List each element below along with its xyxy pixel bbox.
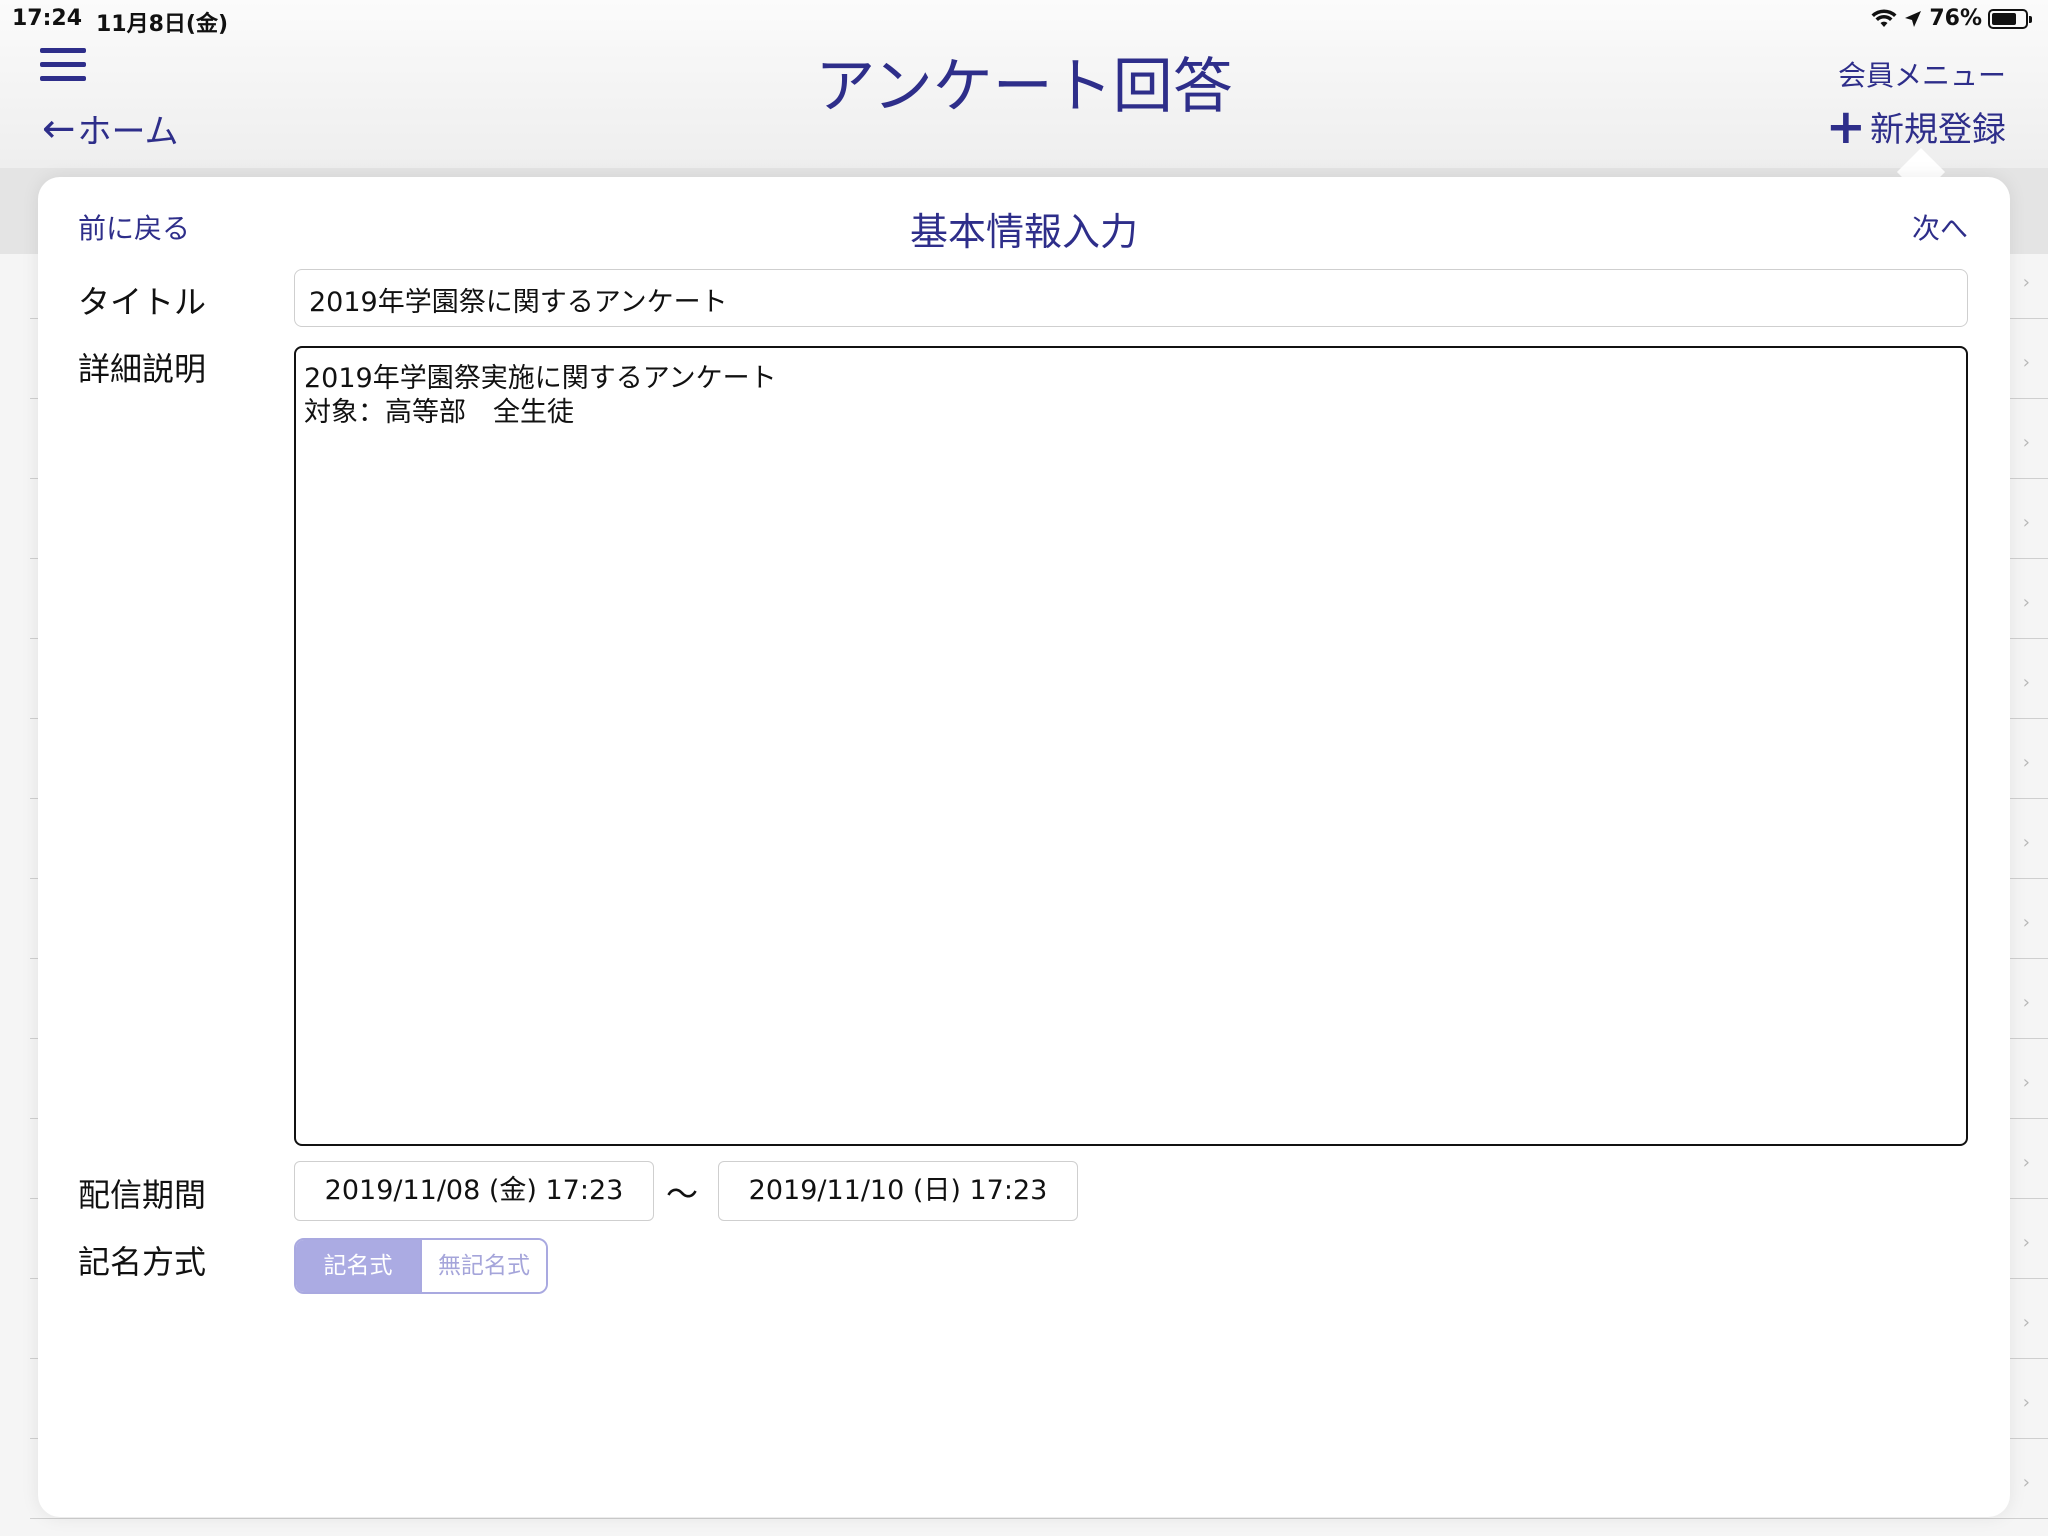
segment-anonymous[interactable]: 無記名式 xyxy=(420,1240,546,1292)
popover-title: 基本情報入力 xyxy=(909,210,1138,254)
period-label: 配信期間 xyxy=(78,1176,207,1214)
chevron-right-icon: › xyxy=(2022,1072,2030,1093)
chevron-right-icon: › xyxy=(2022,1472,2030,1493)
period-separator: 〜 xyxy=(666,1175,699,1213)
period-start-field[interactable]: 2019/11/08 (金) 17:23 xyxy=(294,1161,654,1221)
new-register-button[interactable]: + 新規登録 xyxy=(1826,102,2006,151)
chevron-right-icon: › xyxy=(2022,1152,2030,1173)
page-title: アンケート回答 xyxy=(815,52,1233,122)
title-label: タイトル xyxy=(78,283,207,321)
chevron-right-icon: › xyxy=(2022,752,2030,773)
status-time: 17:24 xyxy=(12,6,83,31)
chevron-right-icon: › xyxy=(2022,1312,2030,1333)
chevron-right-icon: › xyxy=(2022,432,2030,453)
wifi-icon xyxy=(1871,8,1897,27)
chevron-right-icon: › xyxy=(2022,1232,2030,1253)
description-line: 2019年学園祭実施に関するアンケート xyxy=(304,363,777,394)
chevron-right-icon: › xyxy=(2022,592,2030,613)
description-line: 対象：高等部 全生徒 xyxy=(304,397,574,428)
segment-named[interactable]: 記名式 xyxy=(296,1240,420,1292)
member-menu-button[interactable]: 会員メニュー xyxy=(1838,54,2006,94)
chevron-right-icon: › xyxy=(2022,672,2030,693)
location-arrow-icon xyxy=(1905,10,1922,27)
plus-icon: + xyxy=(1825,98,1866,155)
status-indicators: 76% xyxy=(1871,6,2032,31)
chevron-right-icon: › xyxy=(2022,992,2030,1013)
status-date: 11月8日(金) xyxy=(96,12,229,37)
battery-icon xyxy=(1988,8,2032,29)
chevron-right-icon: › xyxy=(2022,512,2030,533)
new-register-label: 新規登録 xyxy=(1870,110,2006,150)
name-method-label: 記名方式 xyxy=(78,1243,207,1281)
chevron-right-icon: › xyxy=(2022,272,2030,293)
title-input[interactable]: 2019年学園祭に関するアンケート xyxy=(294,269,1968,327)
battery-percent: 76% xyxy=(1929,6,1982,31)
next-button[interactable]: 次へ xyxy=(1912,207,1968,247)
chevron-right-icon: › xyxy=(2022,352,2030,373)
description-textarea[interactable]: 2019年学園祭実施に関するアンケート 対象：高等部 全生徒 xyxy=(294,346,1968,1146)
name-method-segmented-control: 記名式 無記名式 xyxy=(294,1238,548,1294)
chevron-right-icon: › xyxy=(2022,832,2030,853)
description-label: 詳細説明 xyxy=(78,350,207,388)
chevron-right-icon: › xyxy=(2022,912,2030,933)
background-row-divider xyxy=(30,1518,2048,1519)
basic-info-popover: 前に戻る 基本情報入力 次へ タイトル 2019年学園祭に関するアンケート 詳細… xyxy=(38,177,2010,1517)
period-end-field[interactable]: 2019/11/10 (日) 17:23 xyxy=(718,1161,1078,1221)
status-bar: 17:24 11月8日(金) 76% xyxy=(0,0,2048,42)
chevron-right-icon: › xyxy=(2022,1392,2030,1413)
